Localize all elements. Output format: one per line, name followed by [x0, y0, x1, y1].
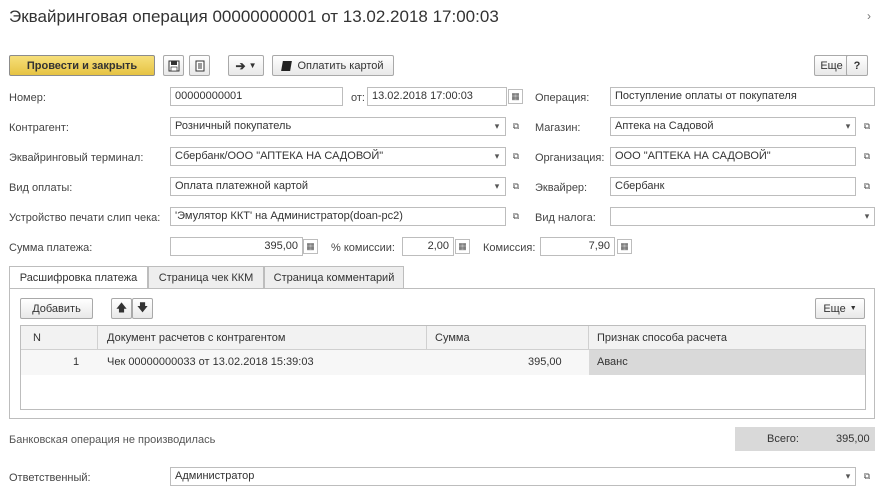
acquirer-field[interactable]: Сбербанк [610, 177, 856, 196]
dropdown-icon[interactable]: ▾ [489, 147, 505, 166]
printer-field[interactable]: 'Эмулятор ККТ' на Администратор(doan-pc2… [170, 207, 506, 226]
selected-cell[interactable] [589, 350, 865, 375]
payment-type-label: Вид оплаты: [9, 182, 73, 194]
amount-field[interactable]: 395,00 [170, 237, 303, 256]
store-label: Магазин: [535, 122, 581, 134]
down-arrow-icon: 🡇 [136, 302, 149, 314]
row-n: 1 [73, 356, 80, 368]
calculator-icon[interactable]: ▦ [303, 239, 318, 254]
date-label: от: [351, 92, 365, 104]
card-icon [281, 60, 293, 71]
open-icon[interactable]: ⧉ [508, 177, 524, 196]
dropdown-icon[interactable]: ▾ [489, 117, 505, 136]
organization-label: Организация: [535, 152, 605, 164]
col-header-document: Документ расчетов с контрагентом [107, 332, 286, 344]
calculator-icon[interactable]: ▦ [617, 239, 632, 254]
open-icon[interactable]: ⧉ [859, 467, 875, 486]
help-button[interactable]: ? [846, 55, 868, 76]
calculator-icon[interactable]: ▦ [455, 239, 470, 254]
commission-percent-label: % комиссии: [331, 242, 395, 254]
table-more-button[interactable]: Еще ▼ [815, 298, 865, 319]
open-icon[interactable]: ⧉ [859, 177, 875, 196]
total-label: Всего: [767, 433, 799, 445]
move-down-button[interactable]: 🡇 [132, 298, 153, 319]
store-field[interactable]: Аптека на Садовой [610, 117, 856, 136]
commission-percent-field[interactable]: 2,00 [402, 237, 454, 256]
tab-kkm-receipt[interactable]: Страница чек ККМ [148, 266, 264, 288]
save-icon [168, 60, 179, 71]
create-based-on-button[interactable]: ➔ ▼ [228, 55, 264, 76]
commission-label: Комиссия: [483, 242, 536, 254]
total-value: 395,00 [836, 433, 870, 445]
tax-type-field[interactable] [610, 207, 875, 226]
operation-label: Операция: [535, 92, 590, 104]
payment-type-field[interactable]: Оплата платежной картой [170, 177, 506, 196]
arrow-icon: ➔ [235, 58, 246, 73]
row-sum: 395,00 [528, 356, 562, 368]
save-button[interactable] [163, 55, 184, 76]
row-document: Чек 00000000033 от 13.02.2018 15:39:03 [107, 356, 314, 368]
chevron-down-icon: ▼ [248, 61, 257, 70]
col-header-n: N [33, 332, 41, 344]
terminal-label: Эквайринговый терминал: [9, 152, 144, 164]
amount-label: Сумма платежа: [9, 242, 93, 254]
commission-field[interactable]: 7,90 [540, 237, 615, 256]
more-label: Еще [820, 59, 843, 72]
tab-payment-details[interactable]: Расшифровка платежа [9, 266, 148, 289]
open-icon[interactable]: ⧉ [859, 117, 875, 136]
open-icon[interactable]: ⧉ [508, 207, 524, 226]
number-field[interactable]: 00000000001 [170, 87, 343, 106]
table-more-label: Еще [823, 302, 846, 315]
pay-by-card-button[interactable]: Оплатить картой [272, 55, 394, 76]
add-button[interactable]: Добавить [20, 298, 93, 319]
tab-comment[interactable]: Страница комментарий [264, 266, 404, 288]
open-icon[interactable]: ⧉ [859, 147, 875, 166]
printer-label: Устройство печати слип чека: [9, 212, 161, 224]
date-field[interactable]: 13.02.2018 17:00:03 [367, 87, 507, 106]
document-button[interactable] [189, 55, 210, 76]
dropdown-icon[interactable]: ▾ [840, 467, 856, 486]
counterparty-label: Контрагент: [9, 122, 69, 134]
open-icon[interactable]: ⧉ [508, 117, 524, 136]
tax-type-label: Вид налога: [535, 212, 596, 224]
payment-details-table: N Документ расчетов с контрагентом Сумма… [20, 325, 866, 410]
number-label: Номер: [9, 92, 46, 104]
document-icon [195, 60, 204, 71]
bank-status-text: Банковская операция не производилась [9, 434, 216, 446]
post-and-close-button[interactable]: Провести и закрыть [9, 55, 155, 76]
col-header-sum: Сумма [435, 332, 470, 344]
col-header-payment-sign: Признак способа расчета [597, 332, 727, 344]
row-payment-sign: Аванс [597, 356, 628, 368]
responsible-field[interactable]: Администратор [170, 467, 856, 486]
terminal-field[interactable]: Сбербанк/ООО "АПТЕКА НА САДОВОЙ" [170, 147, 506, 166]
operation-field[interactable]: Поступление оплаты от покупателя [610, 87, 875, 106]
pay-by-card-label: Оплатить картой [297, 59, 384, 72]
chevron-down-icon: ▼ [849, 305, 857, 312]
organization-field[interactable]: ООО "АПТЕКА НА САДОВОЙ" [610, 147, 856, 166]
window-title: Эквайринговая операция 00000000001 от 13… [9, 7, 499, 26]
dropdown-icon[interactable]: ▾ [859, 207, 875, 226]
up-arrow-icon: 🡅 [115, 302, 128, 314]
close-icon[interactable]: › [867, 9, 871, 23]
dropdown-icon[interactable]: ▾ [840, 117, 856, 136]
acquirer-label: Эквайрер: [535, 182, 588, 194]
responsible-label: Ответственный: [9, 472, 91, 484]
move-up-button[interactable]: 🡅 [111, 298, 132, 319]
open-icon[interactable]: ⧉ [508, 147, 524, 166]
dropdown-icon[interactable]: ▾ [489, 177, 505, 196]
counterparty-field[interactable]: Розничный покупатель [170, 117, 506, 136]
calendar-icon[interactable]: ▦ [508, 89, 523, 104]
